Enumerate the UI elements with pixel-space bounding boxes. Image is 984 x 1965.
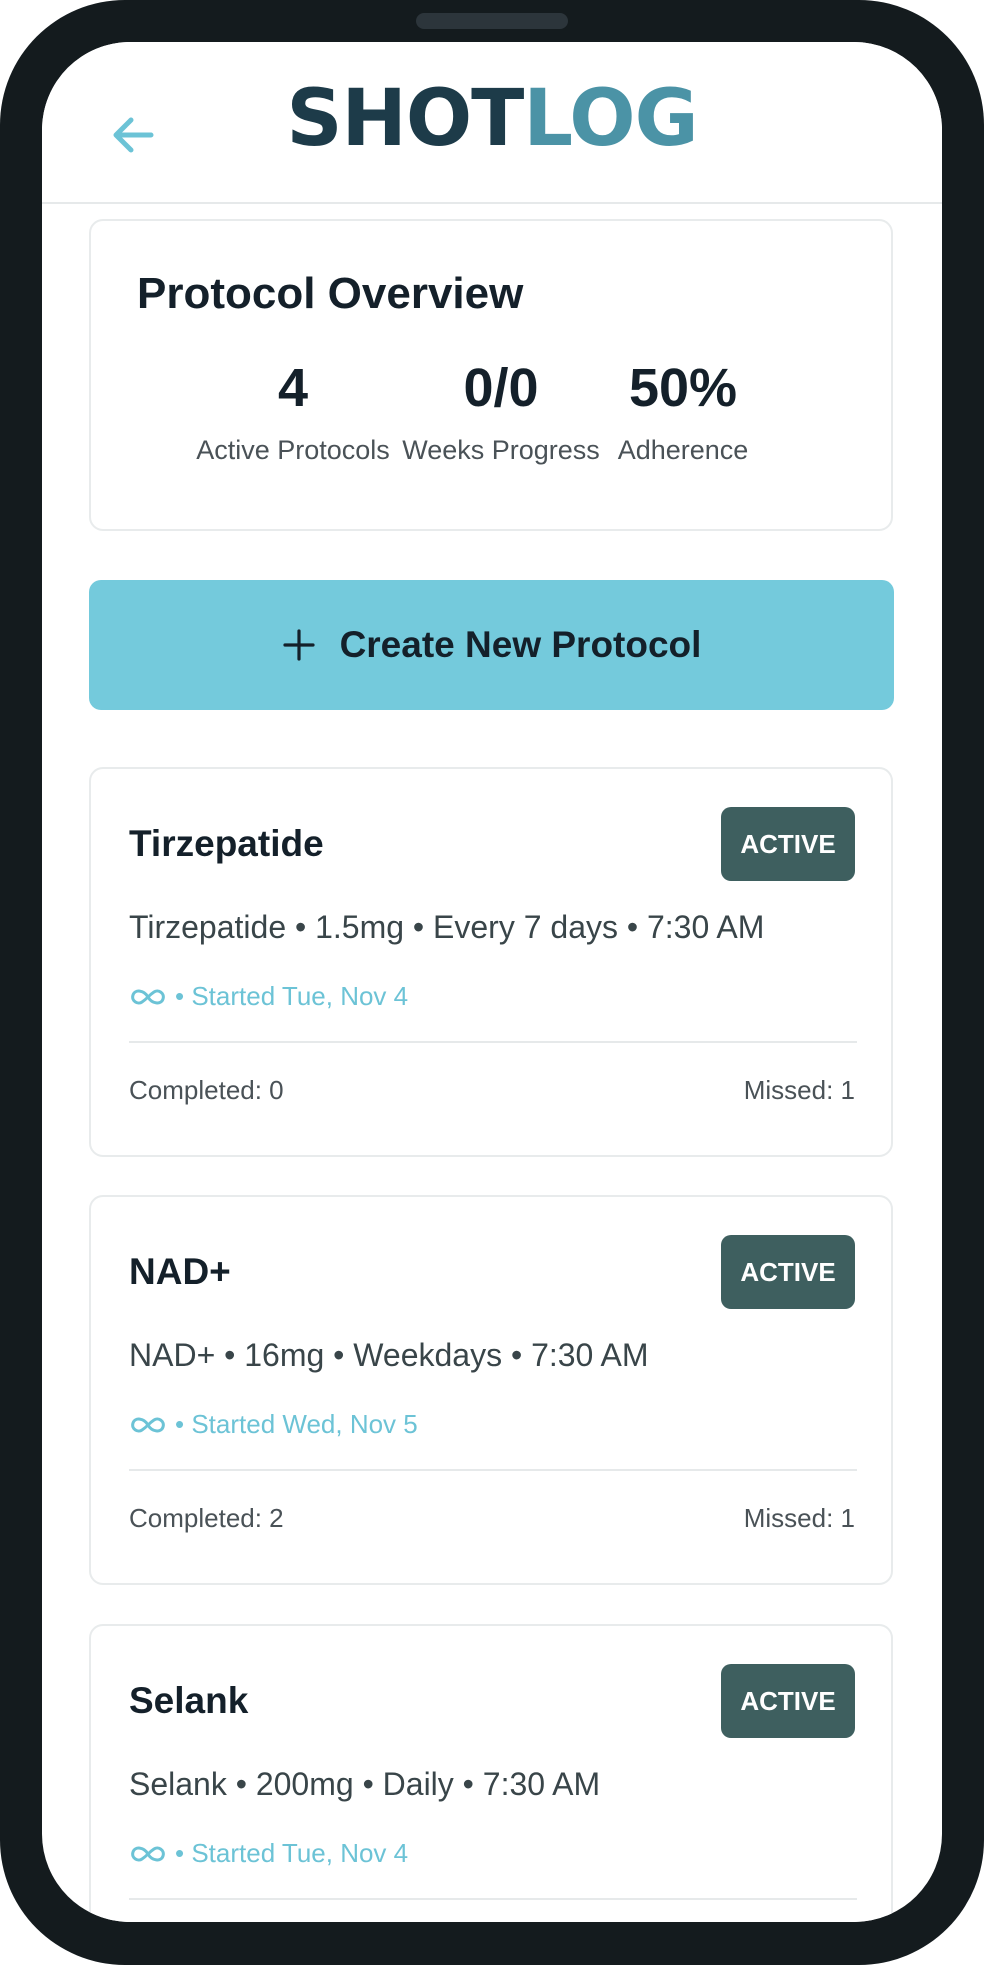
status-badge: ACTIVE: [721, 807, 855, 881]
stat-value: 50%: [628, 358, 738, 418]
stat-label: Adherence: [617, 435, 749, 465]
phone-frame: SHOTLOG Protocol Overview 4 Active Proto…: [0, 0, 984, 1965]
protocol-name: Selank: [129, 1680, 249, 1721]
plus-icon: [282, 629, 315, 661]
protocol-detail: Selank • 200mg • Daily • 7:30 AM: [129, 1766, 601, 1802]
protocol-start-info: • Started Wed, Nov 5: [129, 1409, 418, 1440]
status-badge: ACTIVE: [721, 1664, 855, 1738]
protocol-card[interactable]: Tirzepatide ACTIVE Tirzepatide • 1.5mg •…: [89, 767, 893, 1157]
create-protocol-button[interactable]: Create New Protocol: [89, 580, 894, 710]
missed-count: Missed: 1: [743, 1503, 855, 1533]
protocol-start-info: • Started Tue, Nov 4: [129, 981, 408, 1012]
protocol-start-date: • Started Tue, Nov 4: [175, 1838, 409, 1868]
protocol-detail: NAD+ • 16mg • Weekdays • 7:30 AM: [129, 1337, 649, 1373]
completed-count: Completed: 0: [129, 1075, 284, 1105]
device-notch: [416, 13, 568, 29]
missed-count: Missed: 1: [743, 1075, 855, 1105]
protocol-start-info: • Started Tue, Nov 4: [129, 1838, 408, 1869]
logo-part-dark: SHOT: [286, 74, 524, 164]
protocol-name: NAD+: [129, 1251, 231, 1292]
stat-active-protocols: 4 Active Protocols: [183, 361, 403, 466]
logo-part-light: LOG: [523, 74, 698, 164]
stat-value: 4: [277, 358, 309, 418]
protocol-start-date: • Started Wed, Nov 5: [175, 1409, 418, 1439]
stat-label: Active Protocols: [196, 435, 390, 465]
infinity-icon: [129, 1414, 167, 1436]
card-divider: [129, 1469, 857, 1471]
infinity-icon: [129, 1843, 167, 1865]
card-divider: [129, 1898, 857, 1900]
app-header: SHOTLOG: [42, 42, 942, 204]
protocol-name: Tirzepatide: [129, 823, 324, 864]
stat-adherence: 50% Adherence: [573, 361, 793, 466]
protocol-start-date: • Started Tue, Nov 4: [175, 981, 409, 1011]
app-screen: SHOTLOG Protocol Overview 4 Active Proto…: [42, 42, 942, 1922]
status-badge: ACTIVE: [721, 1235, 855, 1309]
overview-title: Protocol Overview: [137, 269, 524, 318]
app-logo: SHOTLOG: [42, 80, 942, 158]
protocol-detail: Tirzepatide • 1.5mg • Every 7 days • 7:3…: [129, 909, 765, 945]
protocol-card[interactable]: NAD+ ACTIVE NAD+ • 16mg • Weekdays • 7:3…: [89, 1195, 893, 1585]
protocol-overview-card: Protocol Overview 4 Active Protocols 0/0…: [89, 219, 893, 531]
create-protocol-label: Create New Protocol: [339, 624, 702, 665]
protocol-card[interactable]: Selank ACTIVE Selank • 200mg • Daily • 7…: [89, 1624, 893, 1922]
card-divider: [129, 1041, 857, 1043]
infinity-icon: [129, 986, 167, 1008]
completed-count: Completed: 2: [129, 1503, 284, 1533]
